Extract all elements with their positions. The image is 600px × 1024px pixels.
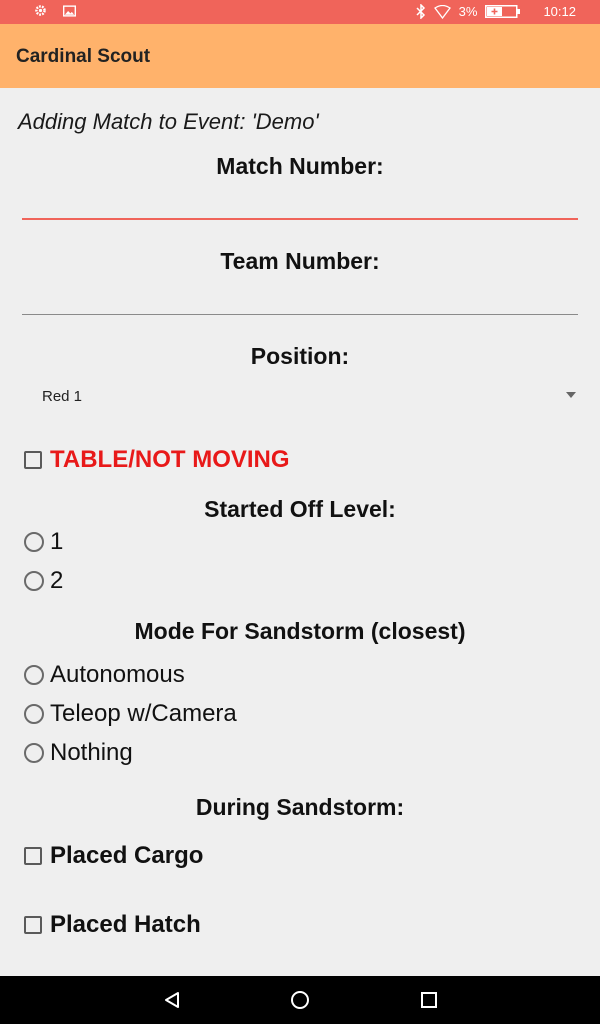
home-icon[interactable] <box>290 990 310 1010</box>
radio-icon <box>24 665 44 685</box>
level-radio-1[interactable]: 1 <box>24 527 63 557</box>
level-radio-2[interactable]: 2 <box>24 566 63 596</box>
sandstorm-mode-label: Mode For Sandstorm (closest) <box>134 618 466 644</box>
dropdown-arrow-icon <box>566 392 576 398</box>
radio-icon <box>24 704 44 724</box>
clock: 10:12 <box>543 4 576 19</box>
radio-icon <box>24 743 44 763</box>
status-bar: 3% 10:12 <box>0 0 600 24</box>
gear-icon <box>34 4 47 17</box>
team-number-label: Team Number: <box>220 248 380 274</box>
app-title: Cardinal Scout <box>16 46 151 67</box>
level-option-label: 1 <box>50 528 64 555</box>
team-number-input[interactable] <box>22 281 578 315</box>
battery-percent: 3% <box>458 4 478 19</box>
image-icon <box>63 4 76 17</box>
placed-hatch-checkbox[interactable]: Placed Hatch <box>24 910 201 940</box>
match-number-input[interactable] <box>22 186 578 220</box>
bluetooth-icon <box>416 4 426 19</box>
checkbox-icon <box>24 916 42 934</box>
mode-radio-nothing[interactable]: Nothing <box>24 738 133 768</box>
mode-radio-autonomous[interactable]: Autonomous <box>24 660 185 690</box>
table-not-moving-checkbox[interactable]: TABLE/NOT MOVING <box>24 445 290 475</box>
radio-icon <box>24 532 44 552</box>
mode-option-label: Teleop w/Camera <box>50 700 237 727</box>
recents-icon[interactable] <box>419 990 439 1010</box>
match-form: Adding Match to Event: 'Demo' Match Numb… <box>0 88 600 976</box>
navigation-bar <box>0 976 600 1024</box>
battery-icon <box>485 5 521 18</box>
mode-option-label: Nothing <box>50 739 133 766</box>
placed-cargo-label: Placed Cargo <box>50 842 204 869</box>
app-bar: Cardinal Scout <box>0 24 600 88</box>
placed-cargo-checkbox[interactable]: Placed Cargo <box>24 841 203 871</box>
during-sandstorm-label: During Sandstorm: <box>195 794 405 820</box>
wifi-icon <box>433 4 451 19</box>
mode-radio-teleop[interactable]: Teleop w/Camera <box>24 699 237 729</box>
level-option-label: 2 <box>50 567 64 594</box>
match-number-label: Match Number: <box>216 153 384 179</box>
started-off-level-label: Started Off Level: <box>204 496 396 522</box>
position-selected-value: Red 1 <box>42 388 83 405</box>
checkbox-icon <box>24 451 42 469</box>
back-icon[interactable] <box>162 990 182 1010</box>
radio-icon <box>24 571 44 591</box>
adding-match-text: Adding Match to Event: 'Demo' <box>18 109 319 134</box>
table-not-moving-label: TABLE/NOT MOVING <box>50 446 290 473</box>
position-dropdown[interactable]: Red 1 <box>22 381 578 413</box>
placed-hatch-label: Placed Hatch <box>50 911 201 938</box>
checkbox-icon <box>24 847 42 865</box>
position-label: Position: <box>250 343 350 369</box>
mode-option-label: Autonomous <box>50 661 185 688</box>
